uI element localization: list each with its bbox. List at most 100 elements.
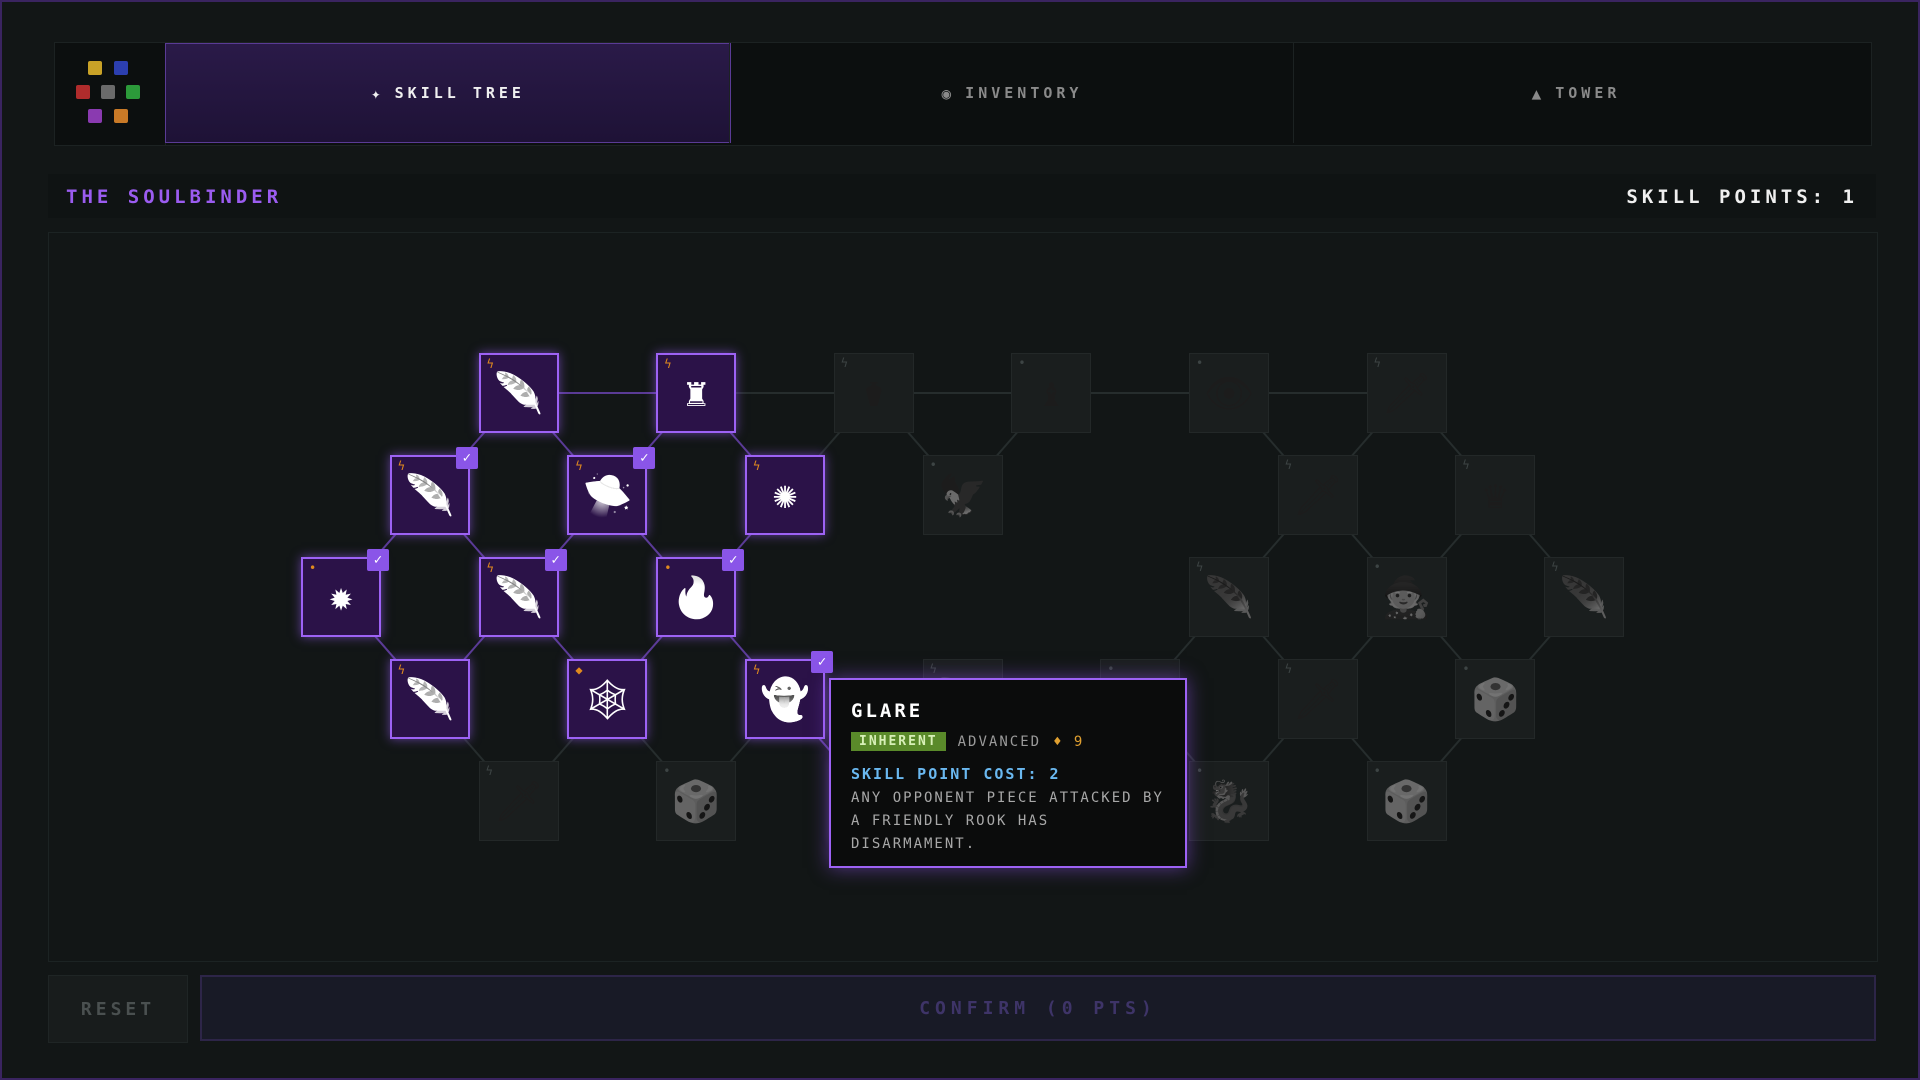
node-type-marker: • [1196, 356, 1204, 370]
flame-icon: 🔥 [671, 574, 722, 621]
skill-node[interactable]: • ✹ ✓ [301, 549, 389, 637]
skill-node[interactable]: ◆ 🕸 [567, 659, 648, 739]
skill-node[interactable]: ϟ 🪶 ✓ [389, 447, 478, 535]
skill-node[interactable]: ϟ🪶 [389, 659, 470, 739]
node-type-marker: ϟ [1462, 458, 1470, 472]
sword-icon: 🗡 [493, 778, 544, 825]
skill-tooltip: GLARE INHERENT ADVANCED ♦ 9 SKILL POINT … [829, 678, 1187, 868]
sun-icon: ✹ [328, 574, 354, 620]
skill-node[interactable]: ϟ 🪶 ✓ [478, 549, 567, 637]
skill-node[interactable]: ϟ🪶 [1189, 557, 1269, 637]
feather-icon: 🪶 [1204, 574, 1254, 621]
tooltip-tier: ADVANCED [957, 733, 1042, 750]
skill-node[interactable]: ϟ🪶 [478, 353, 559, 433]
skill-node[interactable]: •🎲 [1455, 659, 1536, 739]
dice-icon: 🎲 [671, 778, 722, 825]
checkmark-icon: ✓ [367, 549, 389, 571]
node-type-marker: • [1373, 764, 1381, 778]
sparkle-icon: ✦ [371, 83, 385, 103]
skill-node[interactable]: • 🔥 ✓ [656, 549, 745, 637]
logo-square [88, 61, 102, 75]
node-type-marker: ϟ [1373, 356, 1381, 370]
skill-node[interactable]: •🎲 [656, 761, 737, 841]
skill-node[interactable]: • 🧙 [1366, 557, 1447, 637]
game-logo-icon [55, 43, 166, 145]
node-type-marker: ϟ [753, 459, 761, 473]
skill-node[interactable]: ϟ🪶 [1544, 557, 1625, 637]
tab-label: TOWER [1555, 84, 1621, 102]
node-type-marker: • [1373, 560, 1381, 574]
beast-icon: 🐉 [1204, 778, 1254, 825]
dice-icon: 🎲 [1381, 778, 1432, 825]
node-type-marker: • [309, 561, 317, 575]
character-name: THE SOULBINDER [66, 186, 283, 208]
tab-inventory[interactable]: ◉ INVENTORY [729, 43, 1294, 143]
cloak-icon: 🧙 [1381, 574, 1432, 621]
checkmark-icon: ✓ [544, 549, 567, 571]
crown-icon: ♛ [1483, 472, 1508, 518]
skill-node[interactable]: ϟ ♛ [1455, 455, 1536, 535]
dagger-icon: 🗡 [1381, 370, 1432, 417]
node-type-marker: • [1196, 764, 1204, 778]
tooltip-title: GLARE [851, 700, 924, 722]
tooltip-description: ANY OPPONENT PIECE ATTACKED BY A FRIENDL… [851, 790, 1164, 852]
tab-label: SKILL TREE [394, 84, 525, 102]
node-type-marker: ϟ [1551, 560, 1559, 574]
logo-square [76, 85, 90, 99]
checkmark-icon: ✓ [722, 549, 745, 571]
triangle-icon: ▲ [1531, 83, 1546, 103]
eye-icon: 👁 [1203, 370, 1255, 417]
skill-node[interactable]: ϟ 👻 ✓ [745, 651, 833, 739]
ufo-icon: 🛸 [582, 472, 633, 519]
node-type-marker: • [1018, 356, 1026, 370]
reset-button[interactable]: RESET [48, 975, 188, 1043]
logo-square [114, 109, 128, 123]
skill-node[interactable]: • 👁 [1189, 353, 1269, 433]
skill-node[interactable]: • 🦅 [922, 455, 1003, 535]
game-window: ✦ SKILL TREE ◉ INVENTORY ▲ TOWER THE SOULBIND… [0, 0, 1920, 1080]
skill-node[interactable]: • ♝ [1011, 353, 1092, 433]
skill-node[interactable]: ϟ 🗡 [1277, 455, 1358, 535]
tooltip-cost: SKILL POINT COST: 2 [851, 765, 1061, 783]
feather-icon: 🪶 [404, 472, 455, 519]
confirm-button[interactable]: CONFIRM (0 PTS) [200, 975, 1876, 1041]
skill-points-counter: SKILL POINTS: 1 [1626, 186, 1858, 208]
logo-square [114, 61, 128, 75]
tooltip-rank: ♦ 9 [1053, 733, 1085, 750]
node-type-marker: • [1462, 662, 1470, 676]
skill-node[interactable]: • 🐉 [1189, 761, 1269, 841]
logo-square [101, 85, 115, 99]
node-type-marker: • [929, 458, 937, 472]
skill-node[interactable]: •🎲 [1366, 761, 1447, 841]
tab-skill-tree[interactable]: ✦ SKILL TREE [165, 43, 731, 143]
skill-node[interactable]: ϟ ✺ [745, 455, 825, 535]
skill-node[interactable]: ϟ 🛸 ✓ [567, 447, 656, 535]
skill-node[interactable]: ϟ 🗡 [1277, 659, 1358, 739]
node-type-marker: ϟ [1284, 662, 1293, 676]
node-type-marker: • [663, 764, 671, 778]
feather-icon: 🪶 [493, 370, 544, 417]
skill-tree-panel: ϟ 🪶 ϟ ♜ ϟ ⚱ • ♝ • 👁 ϟ 🗡 ϟ 🪶 ✓ ϟ 🛸 ✓ ϟ ✺ • 🦅 ϟ 🗡 ϟ ♛ • ✹ ✓ ϟ 🪶 ✓ • 🔥 ✓ ϟ 🪶 • 🧙 ϟ… [48, 232, 1878, 962]
logo-square [126, 85, 140, 99]
logo-square [88, 109, 102, 123]
node-type-marker: ϟ [485, 764, 493, 778]
tooltip-tag-badge: INHERENT [851, 732, 946, 751]
dice-icon: 🎲 [1470, 676, 1521, 723]
checkmark-icon: ✓ [811, 651, 833, 673]
skill-node[interactable]: ϟ 🗡 [1366, 353, 1447, 433]
skill-node[interactable]: ϟ ⚱ [833, 353, 914, 433]
dagger-icon: 🗡 [1292, 472, 1344, 519]
tooltip-meta: INHERENT ADVANCED ♦ 9 [851, 732, 1165, 751]
vase-icon: ⚱ [861, 370, 886, 416]
orb-icon: ◉ [941, 83, 956, 103]
feather-icon: 🪶 [493, 574, 544, 621]
wing-icon: 🦅 [937, 472, 988, 519]
tab-tower[interactable]: ▲ TOWER [1293, 43, 1858, 143]
node-type-marker: ϟ [840, 356, 849, 370]
net-icon: 🕸 [582, 676, 633, 723]
node-type-marker: • [1107, 662, 1115, 676]
skill-node[interactable]: ϟ ♜ [656, 353, 737, 433]
dagger-icon: 🗡 [1292, 676, 1344, 723]
checkmark-icon: ✓ [633, 447, 656, 469]
skill-node[interactable]: ϟ 🗡 [478, 761, 559, 841]
